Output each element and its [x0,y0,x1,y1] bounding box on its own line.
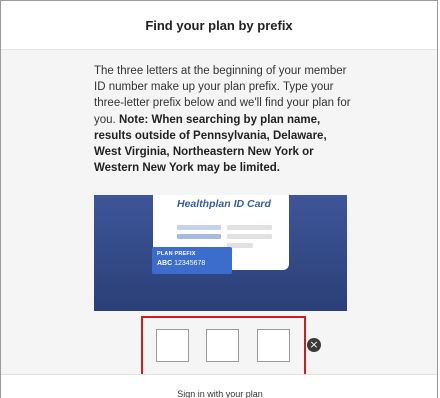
tag-label: PLAN PREFIX [157,251,196,257]
card-line [177,225,221,230]
intro-text-block: The three letters at the beginning of yo… [94,63,354,176]
modal-title: Find your plan by prefix [145,17,293,33]
prefix-input-group [141,316,306,379]
tag-code: ABC 12345678 [157,260,205,267]
id-card-illustration: Healthplan ID Card PLAN PREFIX ABC 12345… [94,195,347,311]
prefix-letter-2-input[interactable] [206,329,239,362]
prefix-letter-3-input[interactable] [257,329,290,362]
clear-prefix-button[interactable]: × [307,338,321,352]
tag-prefix: ABC [157,260,173,267]
note-text: Note: When searching by plan name, resul… [94,113,327,175]
modal-header: Find your plan by prefix [1,1,437,50]
x-circle-icon: × [309,338,319,351]
card-title: Healthplan ID Card [177,198,271,210]
card-line [177,234,221,239]
tag-number: 12345678 [174,260,206,267]
card-line [227,225,272,230]
card-line [227,234,272,239]
plan-prefix-tag: PLAN PREFIX ABC 12345678 [152,247,232,274]
signin-with-plan-link[interactable]: Sign in with your plan [1,389,437,398]
prefix-letter-1-input[interactable] [156,329,189,362]
find-plan-modal: Find your plan by prefix The three lette… [0,0,438,398]
